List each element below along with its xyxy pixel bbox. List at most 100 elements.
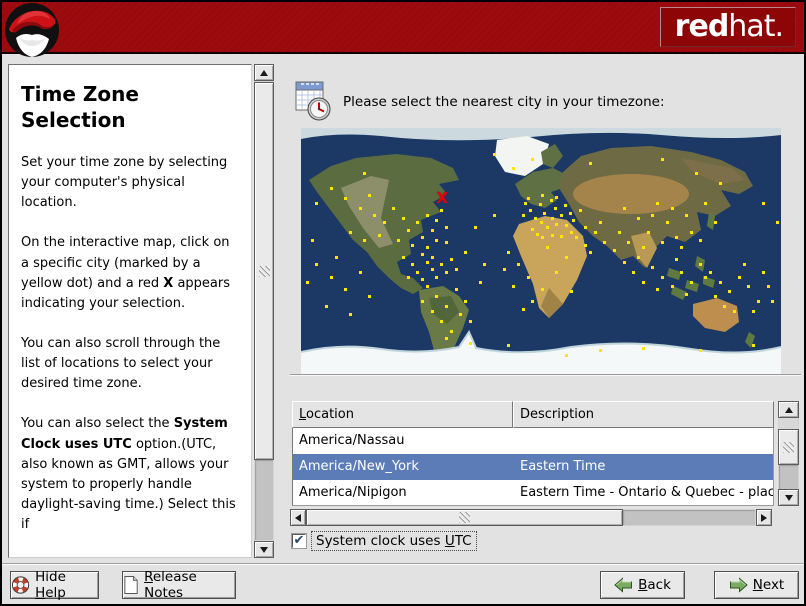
scroll-right-button[interactable] bbox=[756, 509, 772, 526]
city-dot[interactable] bbox=[421, 253, 424, 257]
city-dot[interactable] bbox=[661, 157, 664, 161]
city-dot[interactable] bbox=[560, 214, 564, 218]
city-dot[interactable] bbox=[435, 275, 439, 279]
city-dot[interactable] bbox=[761, 201, 765, 205]
city-dot[interactable] bbox=[565, 354, 568, 358]
city-dot[interactable] bbox=[536, 232, 540, 236]
city-dot[interactable] bbox=[421, 236, 424, 240]
city-dot[interactable] bbox=[315, 201, 319, 205]
city-dot[interactable] bbox=[752, 310, 756, 314]
city-dot[interactable] bbox=[637, 216, 640, 220]
city-dot[interactable] bbox=[368, 194, 372, 198]
city-dot[interactable] bbox=[584, 226, 588, 230]
city-dot[interactable] bbox=[305, 280, 309, 284]
city-dot[interactable] bbox=[589, 162, 592, 166]
city-dot[interactable] bbox=[694, 172, 698, 176]
city-dot[interactable] bbox=[397, 238, 400, 242]
city-dot[interactable] bbox=[445, 226, 448, 230]
city-dot[interactable] bbox=[493, 152, 496, 156]
location-column-header[interactable]: Location bbox=[292, 401, 513, 428]
city-dot[interactable] bbox=[344, 287, 348, 291]
city-dot[interactable] bbox=[565, 255, 568, 259]
city-dot[interactable] bbox=[507, 344, 511, 348]
city-dot[interactable] bbox=[699, 263, 703, 267]
city-dot[interactable] bbox=[568, 211, 572, 215]
city-dot[interactable] bbox=[392, 206, 396, 210]
city-dot[interactable] bbox=[543, 211, 547, 215]
release-notes-button[interactable]: Release Notes bbox=[122, 569, 236, 601]
description-column-header[interactable]: Description bbox=[513, 401, 774, 428]
city-dot[interactable] bbox=[641, 346, 645, 350]
city-dot[interactable] bbox=[363, 238, 367, 242]
city-dot[interactable] bbox=[416, 270, 420, 274]
city-dot[interactable] bbox=[641, 246, 645, 250]
timezone-table[interactable]: America/Nassau America/New_York Eastern Ti… bbox=[292, 428, 774, 506]
city-dot[interactable] bbox=[545, 226, 549, 230]
city-dot[interactable] bbox=[555, 270, 559, 274]
city-dot[interactable] bbox=[526, 275, 530, 279]
hide-help-button[interactable]: Hide Help bbox=[10, 569, 99, 601]
city-dot[interactable] bbox=[358, 206, 362, 210]
city-dot[interactable] bbox=[315, 263, 319, 267]
city-dot[interactable] bbox=[651, 265, 655, 269]
city-dot[interactable] bbox=[598, 221, 602, 225]
city-dot[interactable] bbox=[554, 206, 558, 210]
city-dot[interactable] bbox=[512, 167, 516, 171]
city-dot[interactable] bbox=[493, 214, 496, 218]
city-dot[interactable] bbox=[401, 255, 405, 259]
city-dot[interactable] bbox=[449, 329, 453, 333]
city-dot[interactable] bbox=[445, 337, 448, 341]
city-dot[interactable] bbox=[430, 268, 434, 272]
scrollbar-thumb[interactable] bbox=[254, 82, 274, 460]
city-dot[interactable] bbox=[310, 238, 314, 242]
scrollbar-thumb[interactable] bbox=[778, 429, 799, 465]
scrollbar-trough[interactable] bbox=[255, 460, 273, 540]
city-dot[interactable] bbox=[761, 270, 765, 274]
scrollbar-trough[interactable] bbox=[623, 510, 755, 525]
city-dot[interactable] bbox=[541, 194, 544, 198]
city-dot[interactable] bbox=[435, 238, 439, 242]
city-dot[interactable] bbox=[430, 228, 434, 232]
city-dot[interactable] bbox=[435, 219, 439, 223]
city-dot[interactable] bbox=[752, 344, 756, 348]
city-dot[interactable] bbox=[776, 221, 780, 225]
city-dot[interactable] bbox=[533, 216, 537, 220]
city-dot[interactable] bbox=[555, 222, 559, 226]
city-dot[interactable] bbox=[565, 223, 568, 227]
city-dot[interactable] bbox=[661, 275, 664, 279]
city-dot[interactable] bbox=[445, 241, 448, 245]
city-dot[interactable] bbox=[572, 219, 576, 223]
city-dot[interactable] bbox=[538, 203, 542, 207]
utc-checkbox[interactable]: ✔ bbox=[292, 534, 306, 548]
city-dot[interactable] bbox=[483, 263, 487, 267]
city-dot[interactable] bbox=[401, 216, 405, 220]
city-dot[interactable] bbox=[464, 251, 468, 254]
city-dot[interactable] bbox=[531, 227, 535, 231]
city-dot[interactable] bbox=[579, 209, 583, 213]
city-dot[interactable] bbox=[737, 275, 741, 279]
city-dot[interactable] bbox=[622, 260, 626, 264]
help-scrollbar[interactable] bbox=[254, 64, 274, 558]
scroll-down-button[interactable] bbox=[778, 489, 799, 506]
city-dot[interactable] bbox=[368, 295, 372, 299]
city-dot[interactable] bbox=[449, 258, 453, 262]
city-dot[interactable] bbox=[411, 263, 415, 267]
city-dot[interactable] bbox=[473, 226, 477, 230]
city-dot[interactable] bbox=[526, 196, 530, 200]
city-dot[interactable] bbox=[349, 231, 352, 235]
city-dot[interactable] bbox=[680, 246, 684, 250]
city-dot[interactable] bbox=[454, 268, 458, 272]
city-dot[interactable] bbox=[469, 342, 472, 346]
city-dot[interactable] bbox=[541, 236, 544, 240]
city-dot[interactable] bbox=[589, 251, 592, 254]
city-dot[interactable] bbox=[464, 300, 468, 304]
city-dot[interactable] bbox=[656, 201, 660, 205]
utc-checkbox-label[interactable]: System clock uses UTC bbox=[311, 531, 477, 551]
city-dot[interactable] bbox=[531, 157, 535, 161]
scroll-left-button[interactable] bbox=[290, 509, 306, 526]
city-dot[interactable] bbox=[549, 199, 553, 203]
city-dot[interactable] bbox=[382, 221, 386, 225]
city-dot[interactable] bbox=[713, 221, 717, 225]
city-dot[interactable] bbox=[718, 280, 722, 284]
city-dot[interactable] bbox=[430, 310, 434, 314]
